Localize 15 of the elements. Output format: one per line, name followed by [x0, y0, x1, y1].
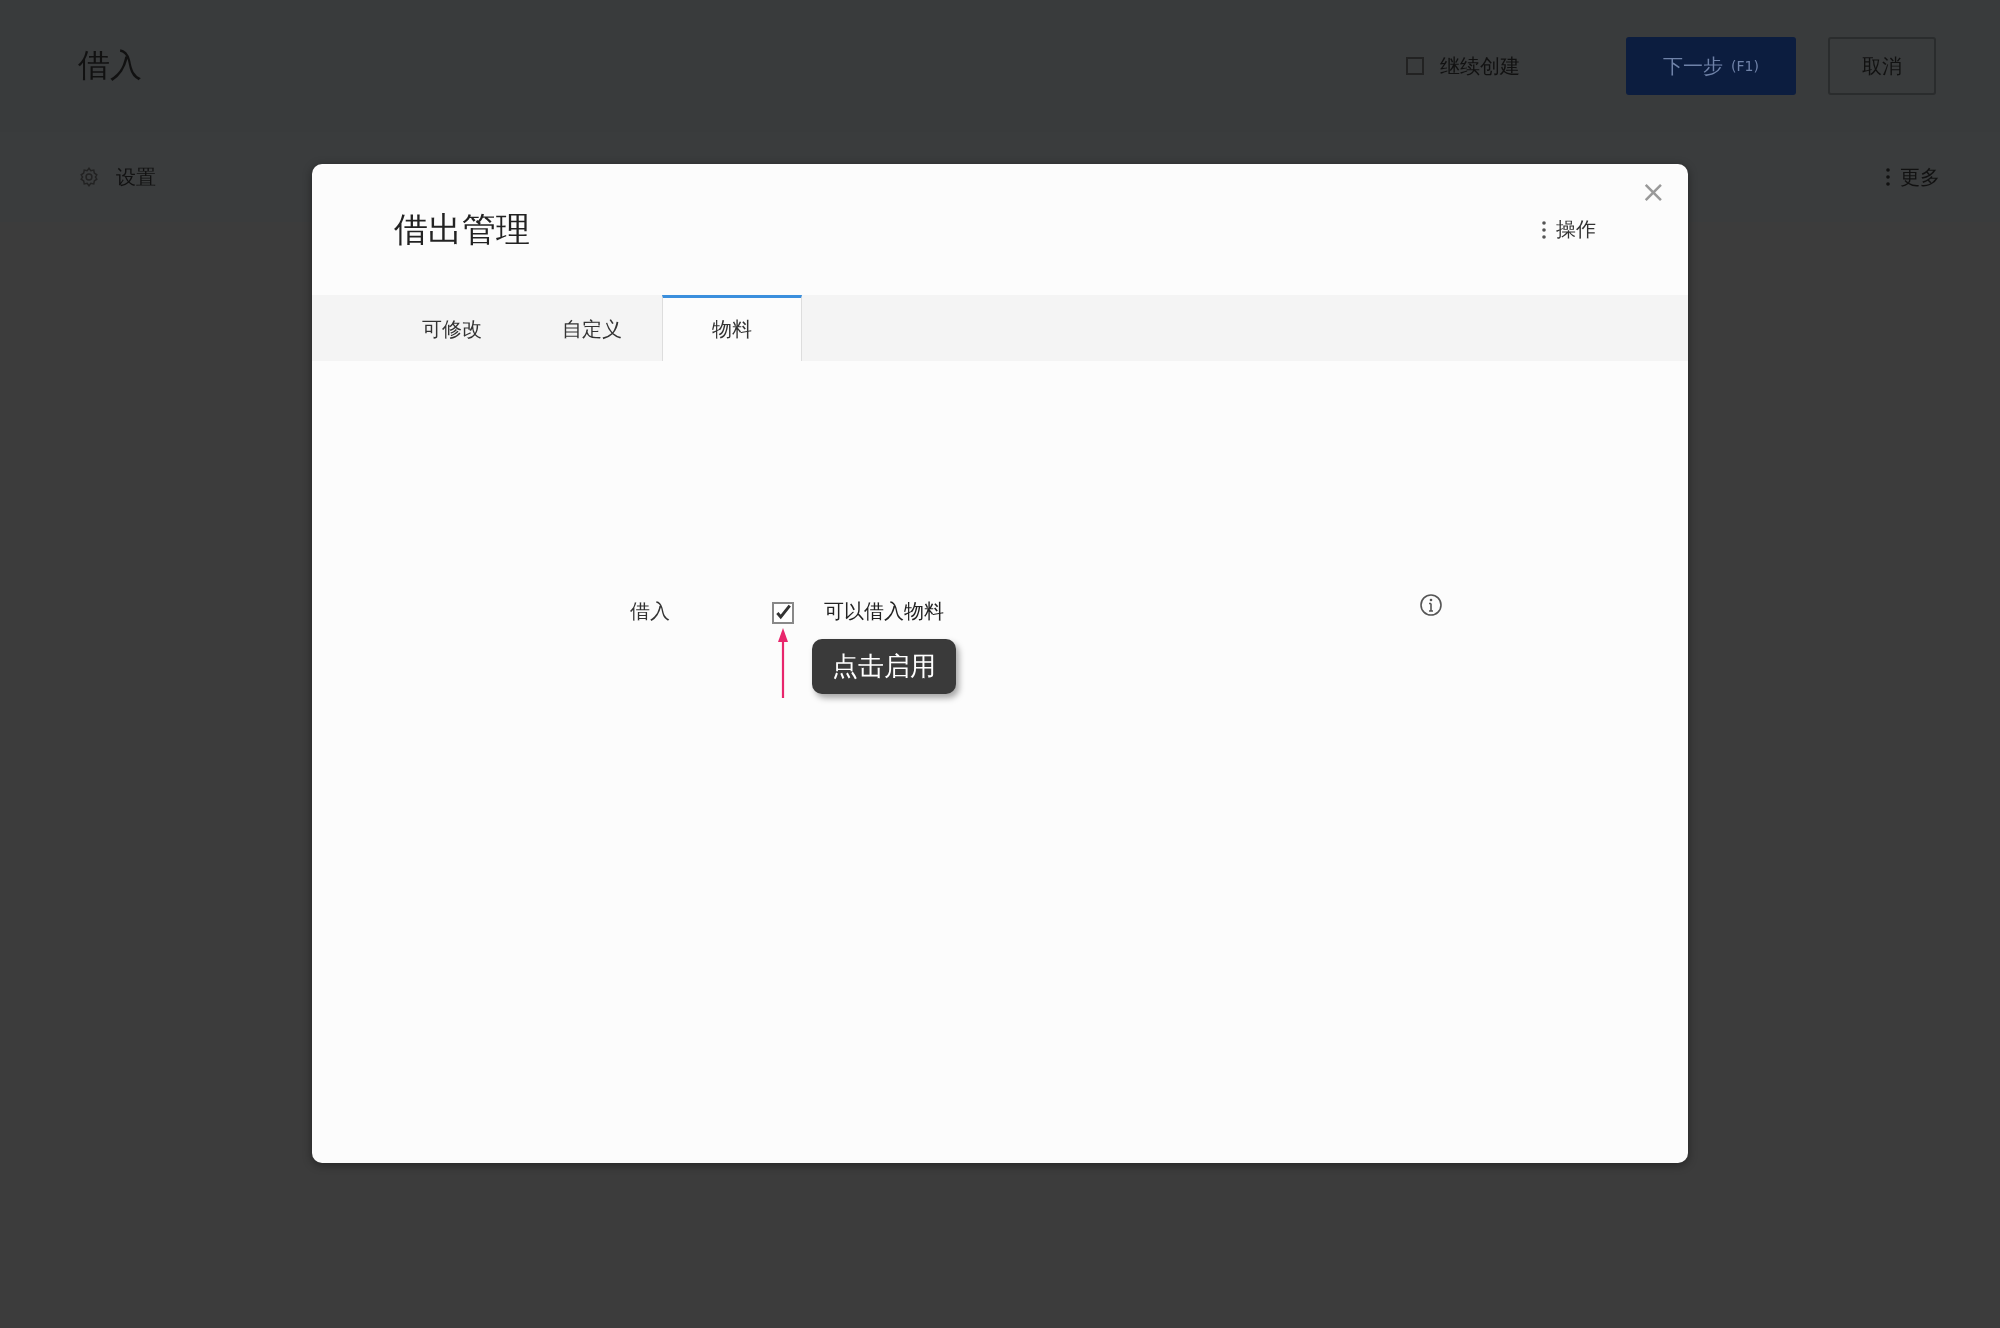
tooltip: 点击启用 — [812, 639, 956, 694]
actions-menu[interactable]: 操作 — [1542, 216, 1596, 243]
close-button[interactable]: × — [1636, 174, 1670, 209]
dialog-title: 借出管理 — [394, 207, 530, 251]
next-step-button[interactable]: 下一步 (F1) — [1626, 37, 1796, 95]
vertical-dots-icon[interactable] — [1542, 220, 1546, 239]
checkbox[interactable] — [772, 602, 794, 624]
tab[interactable]: 物料 — [662, 295, 802, 361]
arrow-icon — [778, 628, 788, 698]
vertical-dots-icon[interactable] — [1886, 168, 1890, 186]
tab[interactable]: 自定义 — [522, 295, 662, 361]
checkbox-label[interactable]: 可以借入物料 — [824, 597, 944, 625]
field-label: 借入 — [630, 598, 671, 625]
info-icon[interactable] — [1419, 593, 1443, 617]
tab[interactable]: 可修改 — [382, 295, 522, 361]
